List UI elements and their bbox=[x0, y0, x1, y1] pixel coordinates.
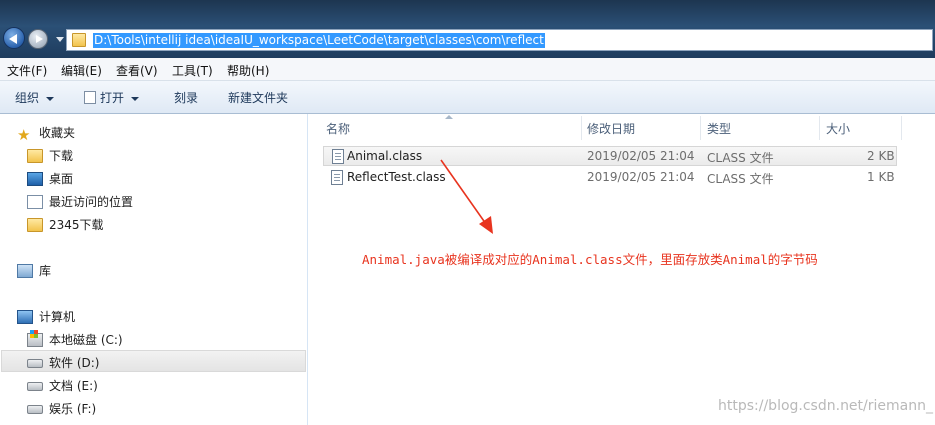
annotation-text: Animal.java被编译成对应的Animal.class文件，里面存放类An… bbox=[362, 252, 818, 267]
annotation-arrow bbox=[440, 159, 493, 234]
watermark-text: https://blog.csdn.net/riemann_ bbox=[718, 398, 933, 414]
